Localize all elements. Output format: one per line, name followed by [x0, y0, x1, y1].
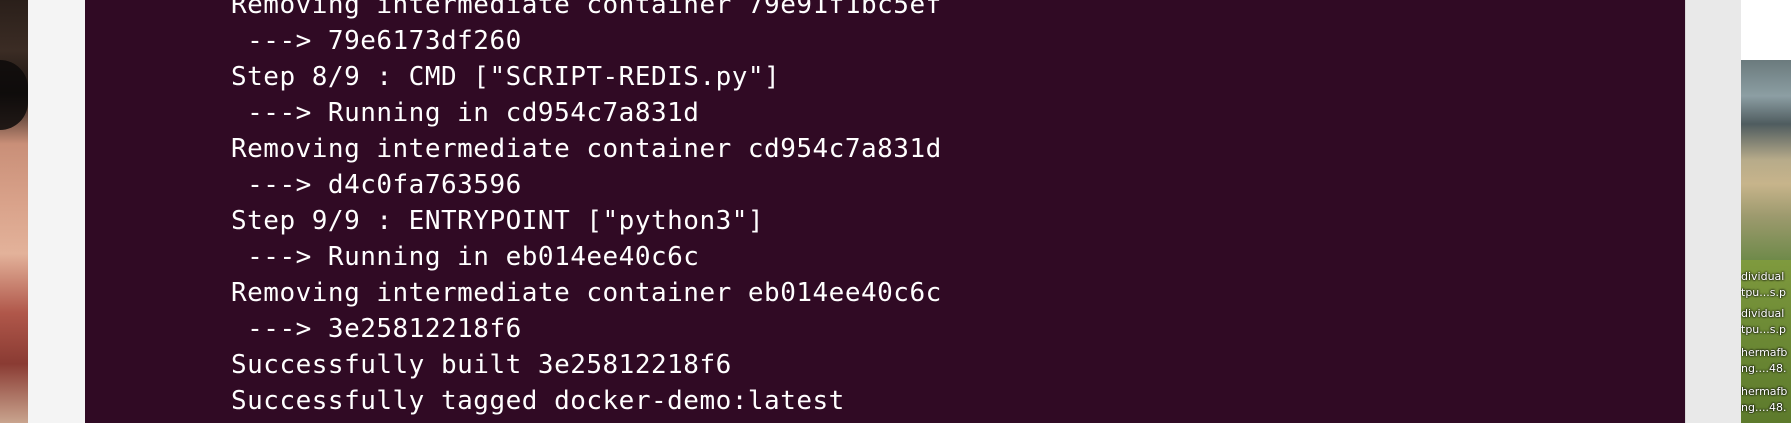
- terminal-line: ---> Running in eb014ee40c6c: [231, 242, 700, 272]
- terminal-line: ---> 79e6173df260: [231, 26, 522, 56]
- window-scrollbar-gutter[interactable]: [1685, 0, 1742, 423]
- desktop-thumbnail-image[interactable]: [1741, 60, 1791, 260]
- terminal-line: Step 8/9 : CMD ["SCRIPT-REDIS.py"]: [231, 62, 781, 92]
- terminal-line: Successfully tagged docker-demo:latest: [231, 386, 845, 416]
- terminal-line: ---> d4c0fa763596: [231, 170, 522, 200]
- desktop-file-label[interactable]: dividual: [1741, 307, 1791, 320]
- desktop-file-label[interactable]: hermafb: [1741, 346, 1791, 359]
- terminal-line: Removing intermediate container eb014ee4…: [231, 278, 942, 308]
- terminal-line: Step 9/9 : ENTRYPOINT ["python3"]: [231, 206, 765, 236]
- terminal-line: Successfully built 3e25812218f6: [231, 350, 732, 380]
- desktop-file-icons[interactable]: [1741, 260, 1791, 423]
- photo-shadow: [0, 60, 28, 130]
- terminal-output-area[interactable]: Removing intermediate container 79e91f1b…: [85, 0, 1685, 423]
- desktop-file-label[interactable]: ng....48.: [1741, 362, 1791, 375]
- desktop-file-label[interactable]: hermafb: [1741, 385, 1791, 398]
- desktop-file-label[interactable]: tpu...s.p: [1741, 286, 1791, 299]
- terminal-line: Removing intermediate container 79e91f1b…: [231, 0, 942, 20]
- desktop-background-photo-left: [0, 0, 28, 423]
- desktop-file-label[interactable]: ng....48.: [1741, 401, 1791, 414]
- desktop-file-label[interactable]: dividual: [1741, 270, 1791, 283]
- terminal-line: ---> Running in cd954c7a831d: [231, 98, 700, 128]
- terminal-line: ---> 3e25812218f6: [231, 314, 522, 344]
- terminal-line: Removing intermediate container cd954c7a…: [231, 134, 942, 164]
- desktop-file-label[interactable]: tpu...s.p: [1741, 323, 1791, 336]
